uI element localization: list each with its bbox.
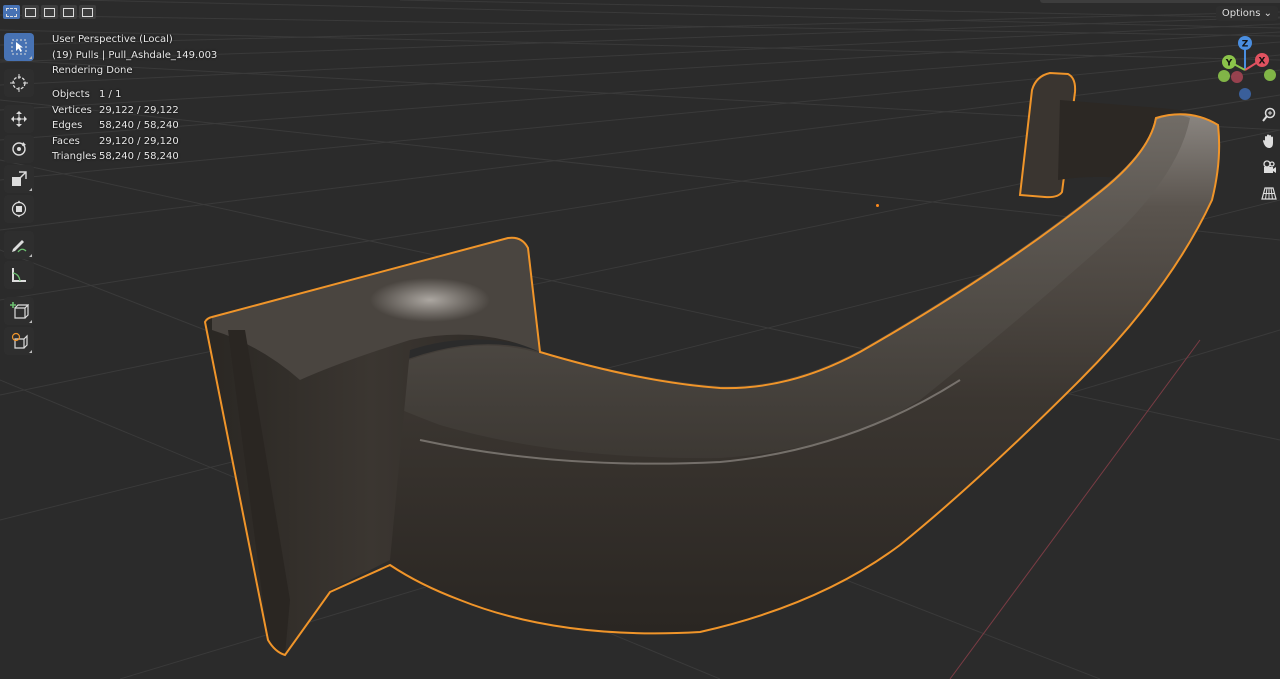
object-info: (19) Pulls | Pull_Ashdale_149.003 bbox=[52, 49, 218, 61]
stat-label: Edges bbox=[52, 120, 83, 131]
view-name: User Perspective (Local) bbox=[52, 34, 173, 45]
select-new-button[interactable] bbox=[3, 5, 20, 19]
select-intersect-button[interactable] bbox=[79, 5, 96, 19]
scene-statistics: Objects 1 / 1 Vertices 29,122 / 29,122 Edg… bbox=[52, 87, 179, 165]
add-cube-icon bbox=[10, 302, 29, 319]
add-cube-tool[interactable] bbox=[4, 297, 34, 325]
options-dropdown[interactable]: Options ⌄ bbox=[1215, 6, 1278, 21]
stat-value: 58,240 / 58,240 bbox=[99, 151, 179, 162]
camera-icon bbox=[1263, 160, 1276, 173]
rotate-icon bbox=[12, 142, 26, 156]
select-subtract-button[interactable] bbox=[41, 5, 58, 19]
camera-view-button[interactable] bbox=[1258, 156, 1280, 178]
rotate-tool[interactable] bbox=[4, 135, 34, 163]
zoom-button[interactable] bbox=[1258, 104, 1280, 126]
grid-perspective-icon bbox=[1261, 187, 1277, 200]
select-extend-button[interactable] bbox=[22, 5, 39, 19]
3d-cursor-icon bbox=[10, 74, 28, 92]
select-invert-button[interactable] bbox=[60, 5, 77, 19]
neg-y-axis-button[interactable] bbox=[1218, 70, 1230, 82]
stat-row: Vertices 29,122 / 29,122 bbox=[52, 103, 179, 119]
stat-value: 1 / 1 bbox=[99, 89, 122, 100]
z-axis-label: Z bbox=[1242, 40, 1249, 50]
y-axis-label: Y bbox=[1225, 59, 1233, 69]
move-arrows-icon bbox=[11, 111, 27, 127]
render-status: Rendering Done bbox=[52, 65, 133, 76]
annotate-pen-icon bbox=[12, 240, 27, 253]
x-axis-label: X bbox=[1259, 57, 1266, 67]
neg-x-axis-alt-button[interactable] bbox=[1231, 71, 1243, 83]
stat-row: Objects 1 / 1 bbox=[52, 87, 179, 103]
transform-icon bbox=[11, 200, 27, 218]
stat-label: Objects bbox=[52, 89, 90, 100]
header-strip bbox=[1040, 0, 1280, 3]
measure-ruler-icon bbox=[12, 268, 26, 282]
cursor-arrow-icon bbox=[11, 39, 27, 55]
selection-mode-group bbox=[3, 5, 96, 19]
scale-tool[interactable] bbox=[4, 165, 34, 193]
measure-tool[interactable] bbox=[4, 261, 34, 289]
transform-tool[interactable] bbox=[4, 195, 34, 223]
viewport-canvas bbox=[0, 0, 1280, 679]
stat-label: Vertices bbox=[52, 104, 92, 116]
stat-row: Edges 58,240 / 58,240 bbox=[52, 118, 179, 134]
3d-viewport[interactable] bbox=[0, 0, 1280, 679]
perspective-toggle-button[interactable] bbox=[1258, 182, 1280, 204]
stat-label: Triangles bbox=[52, 151, 97, 162]
stat-value: 29,120 / 29,120 bbox=[99, 135, 179, 147]
zoom-magnifier-icon bbox=[1262, 107, 1276, 122]
stat-label: Faces bbox=[52, 135, 80, 147]
neg-z-axis-button[interactable] bbox=[1239, 88, 1251, 100]
tool-shelf bbox=[4, 33, 36, 357]
cursor-tool[interactable] bbox=[4, 69, 34, 97]
stat-value: 58,240 / 58,240 bbox=[99, 120, 179, 131]
stat-value: 29,122 / 29,122 bbox=[99, 104, 179, 116]
navigation-gizmo[interactable]: Z X Y bbox=[1213, 34, 1277, 102]
pan-button[interactable] bbox=[1258, 130, 1280, 152]
hand-icon bbox=[1263, 134, 1273, 148]
viewport-info: User Perspective (Local) (19) Pulls | Pu… bbox=[52, 32, 217, 79]
add-primitive-tool[interactable] bbox=[4, 327, 34, 355]
stat-row: Faces 29,120 / 29,120 bbox=[52, 134, 179, 150]
options-label: Options bbox=[1221, 8, 1261, 19]
add-primitive-icon bbox=[11, 332, 28, 349]
pull-handle-mesh bbox=[203, 71, 1221, 657]
stat-row: Triangles 58,240 / 58,240 bbox=[52, 149, 179, 165]
annotate-tool[interactable] bbox=[4, 231, 34, 259]
move-tool[interactable] bbox=[4, 105, 34, 133]
select-box-tool[interactable] bbox=[4, 33, 34, 61]
neg-x-axis-button[interactable] bbox=[1264, 69, 1276, 81]
scale-icon bbox=[12, 171, 27, 186]
object-origin-dot bbox=[876, 204, 879, 207]
